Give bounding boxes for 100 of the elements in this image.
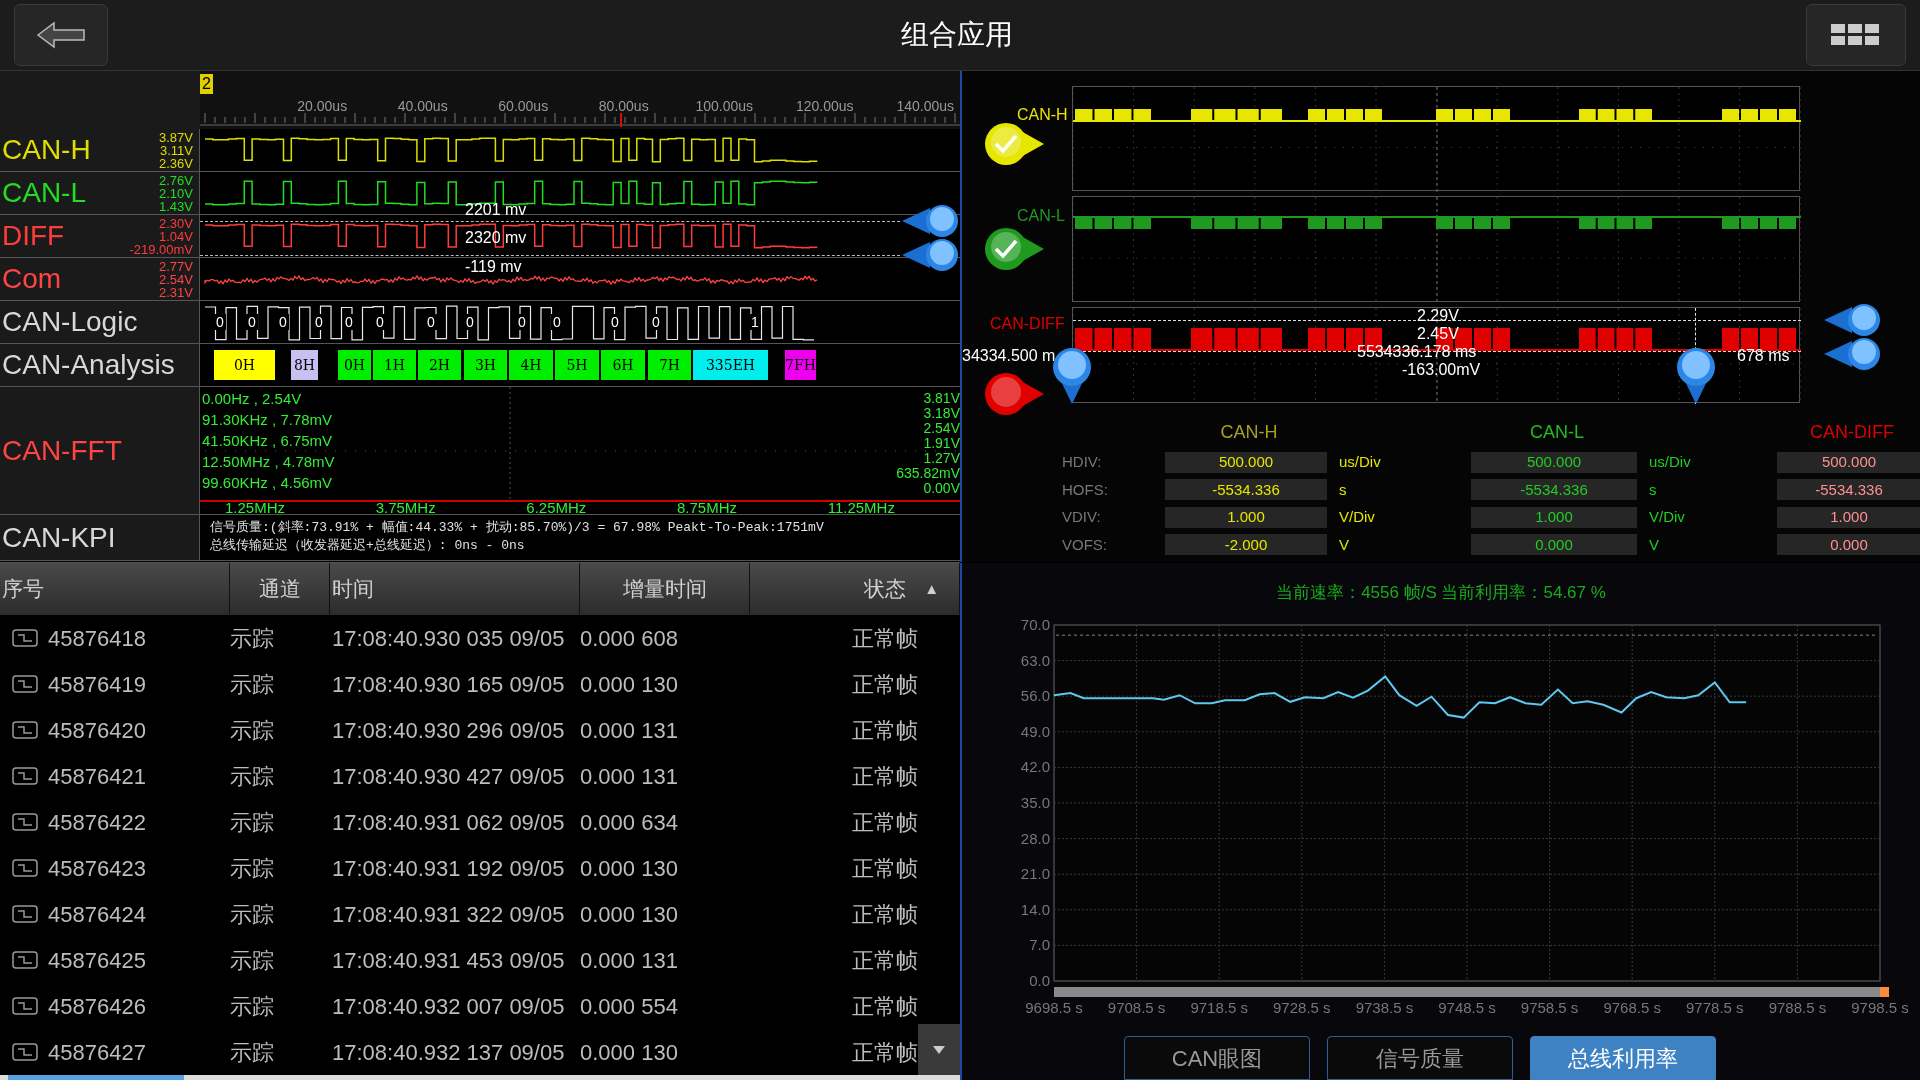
cursor-handle[interactable] (1676, 347, 1716, 405)
frame-segment[interactable]: 6H (601, 350, 645, 380)
scale-value: 2.10V (159, 187, 193, 200)
view-tab[interactable]: CAN眼图 (1124, 1036, 1310, 1080)
scale-value: 3.81V (923, 391, 960, 406)
axis-label: 9738.5 s (1355, 999, 1414, 1016)
param-value-field[interactable]: 0.000 (1471, 534, 1637, 556)
table-cell-text: 0.000 130 (580, 670, 678, 699)
time-ruler[interactable]: 2 20.00us 40.00us 60.00us 80.00us 100.00us 120.00us 140.00us (200, 71, 960, 129)
cursor-handle[interactable] (1822, 303, 1882, 337)
scale-value: 3.11V (160, 144, 193, 157)
axis-label: 9778.5 s (1686, 999, 1744, 1016)
param-value-field[interactable]: -2.000 (1165, 534, 1327, 556)
time-label: 60.00us (497, 97, 550, 116)
scale-value: 2.36V (159, 157, 193, 170)
frame-segment[interactable]: 8H (291, 350, 318, 380)
table-cell-text: 17:08:40.931 062 09/05 (332, 808, 565, 837)
time-label: 120.00us (794, 97, 855, 116)
time-label: 100.00us (694, 97, 755, 116)
back-button[interactable] (14, 4, 108, 66)
channel-name[interactable]: CAN-KPI (0, 523, 116, 552)
column-header[interactable]: 时间 (330, 563, 580, 615)
bit-label: 0 (277, 314, 289, 330)
round-marker-icon[interactable] (984, 371, 1046, 417)
waveform-plot[interactable] (1072, 307, 1800, 403)
frame-segment[interactable]: 7FH (785, 350, 816, 380)
table-cell-text: 示踪 (230, 900, 274, 929)
table-cell-text: 示踪 (230, 762, 274, 791)
frame-segment[interactable]: 335EH (693, 350, 768, 380)
scroll-down-button[interactable] (918, 1024, 960, 1076)
time-scrollbar[interactable] (1054, 987, 1889, 997)
waveform-plot[interactable] (1072, 86, 1800, 191)
axis-label: 9768.5 s (1603, 999, 1661, 1016)
param-value-field[interactable]: 500.000 (1165, 451, 1327, 473)
axis-label: 0.0 (1029, 972, 1050, 989)
scale-value: 635.82mV (896, 466, 960, 481)
frame-icon (12, 859, 38, 877)
param-label: VOFS: (1062, 534, 1108, 555)
table-cell-text: 正常帧 (852, 992, 918, 1021)
table-cell-text: 17:08:40.931 322 09/05 (332, 900, 565, 929)
frame-segment[interactable]: 7H (648, 350, 691, 380)
check-marker-icon[interactable] (984, 226, 1046, 272)
frame-segment[interactable]: 0H (214, 350, 275, 380)
frame-icon (12, 767, 38, 785)
cursor-handle[interactable] (1822, 337, 1882, 371)
bit-label: 0 (551, 314, 563, 330)
cursor-handle[interactable] (900, 204, 960, 238)
param-value-field[interactable]: -5534.336 (1777, 479, 1920, 501)
axis-label: 7.0 (1029, 936, 1050, 954)
sort-indicator[interactable]: ▲ (924, 577, 939, 601)
frame-segment[interactable]: 2H (418, 350, 461, 380)
frame-segment[interactable]: 3H (464, 350, 507, 380)
channel-name[interactable]: CAN-Logic (0, 308, 138, 336)
param-value-field[interactable]: 0.000 (1777, 534, 1920, 556)
cursor-readout: -163.00mV (1402, 361, 1481, 379)
scale-value: 2.77V (159, 260, 193, 273)
scrollbar-thumb[interactable] (8, 1075, 184, 1080)
table-cell-text: 0.000 554 (580, 992, 678, 1021)
param-value-field[interactable]: 1.000 (1471, 506, 1637, 528)
bit-label: 0 (516, 314, 528, 330)
table-cell-text: 示踪 (230, 808, 274, 837)
view-tab[interactable]: 信号质量 (1327, 1036, 1513, 1080)
view-tab[interactable]: 总线利用率 (1530, 1036, 1716, 1080)
column-header[interactable]: 增量时间 (580, 563, 750, 615)
param-value-field[interactable]: 1.000 (1165, 506, 1327, 528)
bit-label: 0 (313, 314, 325, 330)
check-marker-icon[interactable] (984, 121, 1046, 167)
channel-name[interactable]: CAN-FFT (0, 436, 122, 465)
time-label: 40.00us (396, 97, 449, 116)
frame-segment[interactable]: 0H (338, 350, 371, 380)
channel-name[interactable]: Com (0, 265, 62, 293)
scrollbar[interactable] (0, 1075, 960, 1080)
param-value-field[interactable]: 500.000 (1471, 451, 1637, 473)
cursor-handle[interactable] (900, 238, 960, 272)
frame-segment[interactable]: 4H (509, 350, 553, 380)
axis-label: 28.0 (1020, 829, 1050, 847)
column-header[interactable]: 序号 (0, 563, 230, 615)
scale-value: 2.30V (159, 217, 193, 230)
table-cell-text: 45876427 (48, 1038, 146, 1067)
frame-segment[interactable]: 5H (555, 350, 599, 380)
cursor-readout: 2.29V (1417, 307, 1459, 325)
channel-name[interactable]: CAN-H (0, 136, 91, 164)
param-value-field[interactable]: -5534.336 (1471, 479, 1637, 501)
table-cell-text: 正常帧 (852, 900, 918, 929)
column-header[interactable]: 通道 (230, 563, 330, 615)
channel-name[interactable]: DIFF (0, 222, 65, 250)
scale-value: 2.54V (159, 273, 193, 286)
table-cell-text: 正常帧 (852, 946, 918, 975)
param-value-field[interactable]: -5534.336 (1165, 479, 1327, 501)
bit-label: 0 (425, 314, 437, 330)
frame-segment[interactable]: 1H (373, 350, 416, 380)
scale-value: 1.91V (923, 436, 960, 451)
channel-name[interactable]: CAN-L (0, 179, 86, 207)
param-value-field[interactable]: 500.000 (1777, 451, 1920, 473)
param-value-field[interactable]: 1.000 (1777, 506, 1920, 528)
menu-button[interactable] (1806, 4, 1906, 66)
frequency-label: 8.75MHz (677, 500, 738, 516)
trigger-marker[interactable]: 2 (200, 74, 213, 94)
channel-name[interactable]: CAN-Analysis (0, 351, 175, 379)
scale-value: 2.31V (159, 286, 193, 299)
